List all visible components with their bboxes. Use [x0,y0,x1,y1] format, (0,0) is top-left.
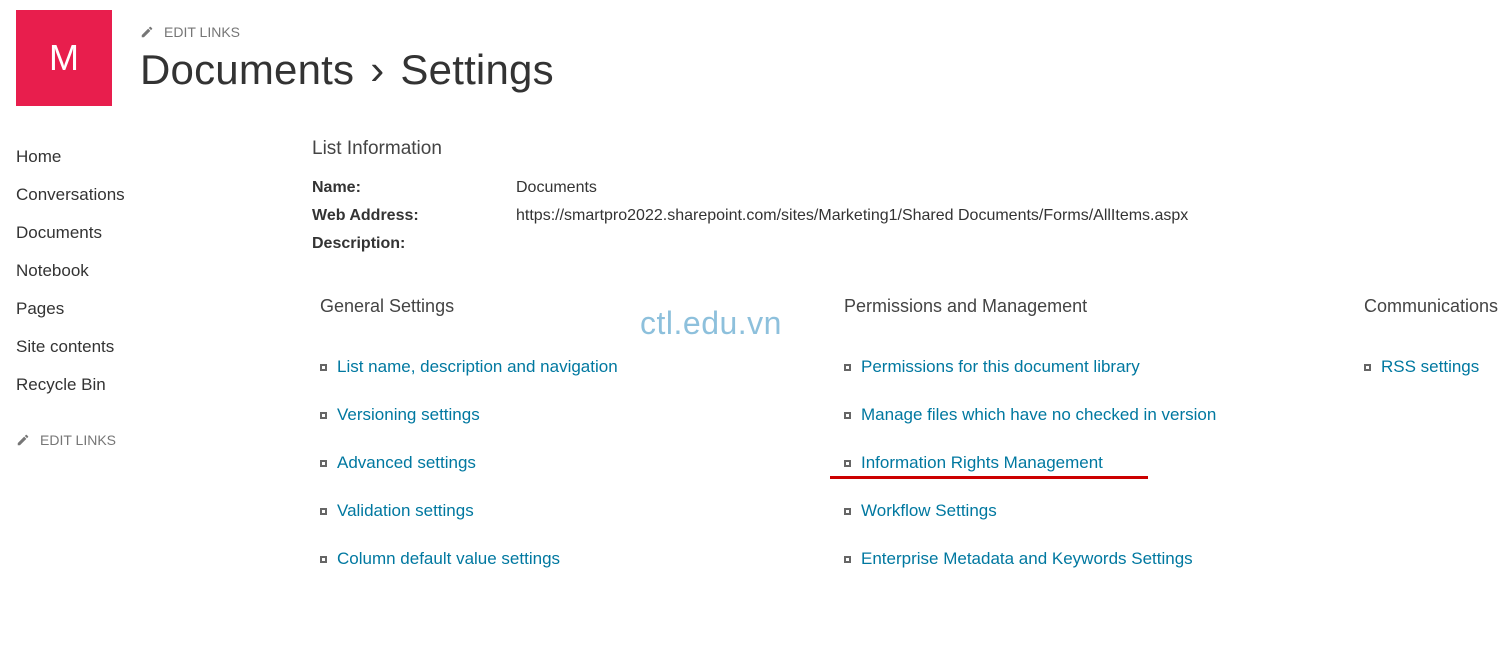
edit-links-bottom-label: EDIT LINKS [40,432,116,448]
edit-links-bottom[interactable]: EDIT LINKS [16,432,116,448]
bullet-icon [320,460,327,467]
link-versioning-settings[interactable]: Versioning settings [337,405,480,425]
nav-notebook[interactable]: Notebook [16,252,200,290]
nav-home[interactable]: Home [16,138,200,176]
link-enterprise-metadata[interactable]: Enterprise Metadata and Keywords Setting… [861,549,1193,569]
link-rss-settings[interactable]: RSS settings [1381,357,1479,377]
link-column-default-value[interactable]: Column default value settings [337,549,560,569]
general-settings-column: General Settings List name, description … [312,296,836,597]
list-info-heading: List Information [312,138,1512,160]
bullet-icon [844,460,851,467]
content-area: List Information Name: Documents Web Add… [200,126,1512,597]
bullet-icon [320,556,327,563]
communications-column: Communications RSS settings [1356,296,1512,597]
link-advanced-settings[interactable]: Advanced settings [337,453,476,473]
breadcrumb-documents[interactable]: Documents [140,46,354,94]
breadcrumb-separator-icon: › [370,46,384,94]
nav-site-contents[interactable]: Site contents [16,328,200,366]
link-validation-settings[interactable]: Validation settings [337,501,474,521]
site-logo[interactable]: M [16,10,112,106]
info-name-label: Name: [312,179,516,197]
pencil-icon [16,433,30,447]
permissions-management-heading: Permissions and Management [836,296,1356,317]
bullet-icon [320,412,327,419]
nav-documents[interactable]: Documents [16,214,200,252]
nav-pages[interactable]: Pages [16,290,200,328]
bullet-icon [320,364,327,371]
general-settings-heading: General Settings [312,296,836,317]
link-workflow-settings[interactable]: Workflow Settings [861,501,997,521]
info-webaddress-value: https://smartpro2022.sharepoint.com/site… [516,207,1188,225]
info-description-label: Description: [312,235,516,253]
bullet-icon [844,556,851,563]
permissions-management-column: Permissions and Management Permissions f… [836,296,1356,597]
highlight-underline [830,476,1148,479]
edit-links-top-label: EDIT LINKS [164,24,240,40]
edit-links-top[interactable]: EDIT LINKS [140,24,240,40]
info-name-value: Documents [516,179,597,197]
breadcrumb-settings: Settings [400,46,553,94]
link-list-name-description[interactable]: List name, description and navigation [337,357,618,377]
bullet-icon [844,412,851,419]
bullet-icon [320,508,327,515]
communications-heading: Communications [1356,296,1512,317]
link-information-rights-management[interactable]: Information Rights Management [861,453,1103,473]
nav-conversations[interactable]: Conversations [16,176,200,214]
breadcrumb: Documents › Settings [140,46,554,94]
link-manage-files-no-checkin[interactable]: Manage files which have no checked in ve… [861,405,1216,425]
pencil-icon [140,25,154,39]
bullet-icon [844,364,851,371]
link-permissions-library[interactable]: Permissions for this document library [861,357,1140,377]
bullet-icon [844,508,851,515]
bullet-icon [1364,364,1371,371]
info-webaddress-label: Web Address: [312,207,516,225]
left-nav: Home Conversations Documents Notebook Pa… [0,126,200,451]
nav-recycle-bin[interactable]: Recycle Bin [16,366,200,404]
